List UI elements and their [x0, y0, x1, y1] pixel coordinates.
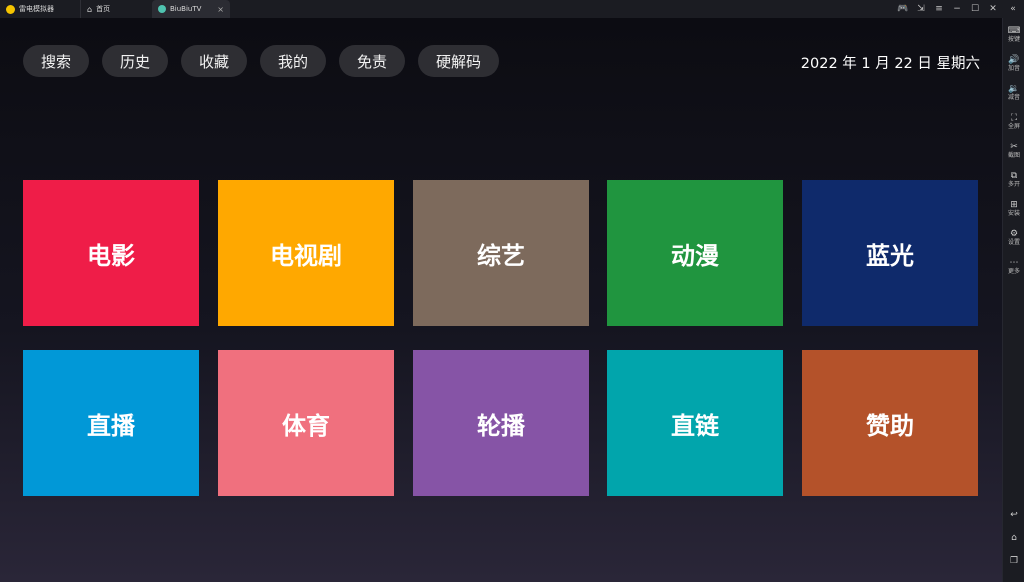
sidebar-item-fullscreen[interactable]: ⛶ 全屏	[1003, 113, 1024, 131]
gamepad-icon[interactable]: 🎮	[894, 0, 912, 18]
tile-sponsor[interactable]: 赞助	[802, 350, 978, 496]
close-icon[interactable]: ✕	[984, 0, 1002, 18]
tile-bluray[interactable]: 蓝光	[802, 180, 978, 326]
sidebar-item-label: 安装	[1007, 210, 1020, 217]
tab-biubiutv[interactable]: BiuBiuTV ×	[152, 0, 230, 18]
sidebar-item-label: 按键	[1007, 36, 1020, 43]
tile-variety[interactable]: 综艺	[413, 180, 589, 326]
android-home-button[interactable]: ⌂	[1003, 533, 1024, 543]
mine-button[interactable]: 我的	[260, 45, 326, 77]
sidebar-item-volume-down[interactable]: 🔉 减音	[1003, 84, 1024, 102]
android-back-button[interactable]: ↩	[1003, 510, 1024, 520]
window-controls: 🎮 ⇲ ≡ − ☐ ✕ «	[894, 0, 1024, 18]
keyboard-icon: ⌨	[1007, 26, 1021, 36]
sidebar-item-multi-instance[interactable]: ⧉ 多开	[1003, 171, 1024, 189]
sidebar-item-label: 全屏	[1007, 123, 1020, 130]
emulator-sidebar: ⌨ 按键 🔊 加音 🔉 减音 ⛶ 全屏 ✂ 截图 ⧉ 多开 ⊞ 安装 ⚙ 设置 …	[1002, 18, 1024, 582]
sidebar-item-install[interactable]: ⊞ 安装	[1003, 200, 1024, 218]
history-button[interactable]: 历史	[102, 45, 168, 77]
sidebar-item-volume-up[interactable]: 🔊 加音	[1003, 55, 1024, 73]
multi-window-icon: ⧉	[1010, 171, 1018, 181]
install-icon: ⊞	[1010, 200, 1018, 210]
sidebar-item-label: 设置	[1007, 239, 1020, 246]
search-button[interactable]: 搜索	[23, 45, 89, 77]
sidebar-item-settings[interactable]: ⚙ 设置	[1003, 229, 1024, 247]
home-icon: ⌂	[87, 4, 93, 14]
android-recent-apps-button[interactable]: ❐	[1003, 556, 1024, 566]
sidebar-item-label: 加音	[1007, 65, 1020, 72]
sidebar-item-label: 多开	[1007, 181, 1020, 188]
menu-icon[interactable]: ≡	[930, 0, 948, 18]
sidebar-item-more[interactable]: ⋯ 更多	[1003, 258, 1024, 276]
tab-biubiutv-label: BiuBiuTV	[170, 5, 202, 13]
tile-anime[interactable]: 动漫	[607, 180, 783, 326]
scissors-icon: ✂	[1010, 142, 1018, 152]
home-icon: ⌂	[1011, 533, 1017, 543]
tile-tv-series[interactable]: 电视剧	[218, 180, 394, 326]
sidebar-item-label: 截图	[1007, 152, 1020, 159]
tile-live[interactable]: 直播	[23, 350, 199, 496]
volume-up-icon: 🔊	[1008, 55, 1020, 65]
maximize-icon[interactable]: ☐	[966, 0, 984, 18]
hardware-decode-button[interactable]: 硬解码	[418, 45, 499, 77]
tab-emulator-label: 雷电模拟器	[19, 5, 54, 13]
sidebar-item-label: 减音	[1007, 94, 1020, 101]
tile-movies[interactable]: 电影	[23, 180, 199, 326]
back-icon: ↩	[1010, 510, 1018, 520]
disclaimer-button[interactable]: 免责	[339, 45, 405, 77]
sidebar-item-keymap[interactable]: ⌨ 按键	[1003, 26, 1024, 44]
tab-home-label: 首页	[96, 5, 111, 13]
sidebar-item-label: 更多	[1007, 268, 1020, 275]
volume-down-icon: 🔉	[1008, 84, 1020, 94]
date-display: 2022 年 1 月 22 日 星期六	[800, 56, 980, 72]
favorites-button[interactable]: 收藏	[181, 45, 247, 77]
tile-carousel[interactable]: 轮播	[413, 350, 589, 496]
tab-emulator[interactable]: 雷电模拟器	[0, 0, 80, 18]
app-screen: 搜索 历史 收藏 我的 免责 硬解码 2022 年 1 月 22 日 星期六 电…	[0, 18, 1002, 582]
tab-home[interactable]: ⌂ 首页	[80, 0, 152, 18]
tab-close-icon[interactable]: ×	[217, 5, 224, 14]
more-icon: ⋯	[1009, 258, 1019, 268]
window-titlebar: 雷电模拟器 ⌂ 首页 BiuBiuTV × 🎮 ⇲ ≡ − ☐ ✕ «	[0, 0, 1024, 18]
minimize-icon[interactable]: −	[948, 0, 966, 18]
collapse-sidebar-icon[interactable]: «	[1002, 0, 1024, 18]
recent-apps-icon: ❐	[1009, 556, 1019, 566]
sidebar-item-screenshot[interactable]: ✂ 截图	[1003, 142, 1024, 160]
fullscreen-icon: ⛶	[1010, 113, 1018, 123]
app-icon	[158, 5, 166, 13]
top-nav: 搜索 历史 收藏 我的 免责 硬解码	[23, 45, 499, 77]
tile-direct-link[interactable]: 直链	[607, 350, 783, 496]
emulator-logo-icon	[6, 4, 15, 14]
gear-icon: ⚙	[1009, 229, 1019, 239]
pin-icon[interactable]: ⇲	[912, 0, 930, 18]
tile-sports[interactable]: 体育	[218, 350, 394, 496]
